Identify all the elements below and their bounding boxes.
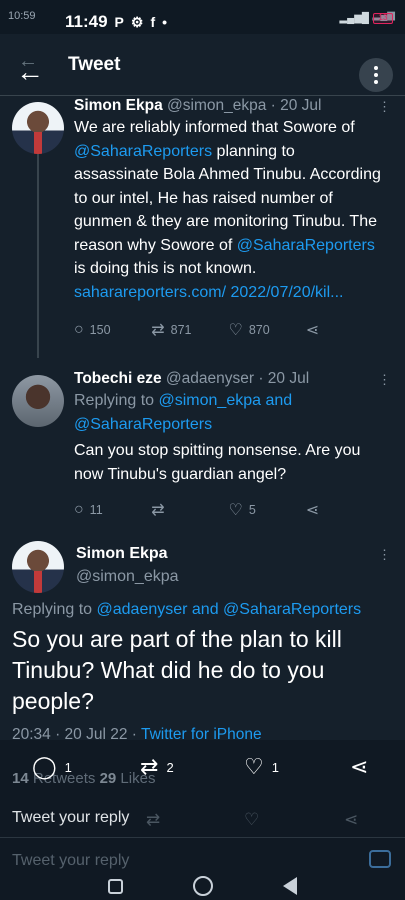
share-menu-button[interactable]: ⋖ [350, 754, 368, 780]
heart-icon: ♡ [228, 322, 243, 339]
reply-count: 150 [89, 323, 111, 337]
comment-count: 1 [64, 759, 72, 775]
mention-link[interactable]: @SaharaReporters [74, 143, 212, 160]
retweet-button[interactable]: ⇄ [151, 500, 228, 520]
reply-button[interactable]: ○ 11 [74, 501, 151, 519]
tweet-item[interactable]: Tobechi eze @adaenyser · 20 Jul ⋮ Replyi… [0, 361, 405, 528]
tweet-thread: Simon Ekpa @simon_ekpa · 20 Jul ⋮ We are… [0, 96, 405, 528]
dot-icon: • [162, 14, 168, 30]
share-icon: ⋖ [350, 754, 369, 779]
retweet-count: 871 [170, 323, 192, 337]
header: ← ← Tweet [0, 42, 405, 96]
like-button[interactable]: ♡ 5 [229, 500, 306, 520]
replying-prefix: Replying to [12, 601, 97, 618]
share-count: 2 [166, 759, 174, 775]
replying-prefix: Replying to [74, 392, 159, 409]
replying-to: Replying to @adaenyser and @SaharaReport… [12, 601, 361, 619]
share-icon: ⋖ [344, 810, 359, 829]
like-count: 870 [248, 323, 270, 337]
back-arrow-icon[interactable]: ← [16, 58, 44, 86]
bottom-overlay: 14 Retweets 29 Likes ◯ 1 ⇄ 2 ♡ 1 ⋖ Tweet yo… [0, 740, 405, 900]
author-name[interactable]: Tobechi eze [74, 370, 162, 387]
author-name[interactable]: Simon Ekpa [76, 545, 168, 563]
author-handle: @simon_ekpa [167, 97, 267, 114]
signal-icon: ▂▄▆█ [339, 13, 369, 24]
post-actions-bar: ◯ 1 ⇄ 2 ♡ 1 ⋖ [0, 754, 405, 784]
caret-down-icon[interactable]: ⋮ [378, 99, 391, 115]
author-handle: @adaenyser [165, 370, 255, 387]
url-link[interactable]: saharareporters.com/ 2022/07/20/kil... [74, 284, 343, 301]
back-icon[interactable] [283, 877, 297, 895]
reply-icon: ○ [74, 501, 84, 518]
avatar[interactable] [12, 375, 64, 427]
share-button[interactable]: ⋖ [306, 320, 383, 340]
divider [0, 837, 405, 838]
status-time: 11:49 [65, 12, 108, 31]
reply-icon: ○ [74, 321, 84, 338]
like-button[interactable]: ♡ 870 [229, 320, 306, 340]
share-button[interactable]: ⇄ 2 [140, 754, 174, 780]
status-right: ▂▄▆█ 13 [339, 13, 393, 24]
tweet-text: We are reliably informed that Sowore of … [74, 116, 383, 304]
replying-to: Replying to @simon_ekpa and @SaharaRepor… [74, 389, 383, 436]
recent-apps-icon[interactable] [108, 878, 123, 894]
like-count: 5 [248, 503, 256, 517]
tweet-actions: ○ 11 ⇄ ♡ 5 ⋖ [74, 500, 383, 520]
reply-input-ghost: Tweet your reply [12, 852, 130, 869]
replying-to-link[interactable]: @adaenyser and @SaharaReporters [97, 601, 362, 618]
p-app-icon: P [114, 14, 124, 30]
battery-icon: 13 [373, 13, 393, 24]
tweet-date: · 20 Jul [258, 370, 310, 387]
reply-count: 11 [89, 503, 103, 517]
status-bar: 11:49 P ⚙ f • [65, 12, 167, 32]
heart-icon: ♡ [244, 754, 264, 779]
heart-icon: ♡ [228, 502, 243, 519]
reply-button[interactable]: ○ 150 [74, 321, 151, 339]
reply-input[interactable]: Tweet your reply [12, 809, 129, 827]
share-button[interactable]: ⋖ [306, 500, 383, 520]
more-menu-icon[interactable] [359, 58, 393, 92]
share-icon: ⋖ [305, 322, 320, 339]
mention-link[interactable]: @SaharaReporters [237, 237, 375, 254]
share-icon: ⋖ [305, 502, 320, 519]
retweet-icon: ⇄ [151, 322, 165, 339]
retweet-button[interactable]: ⇄ 871 [151, 320, 228, 340]
like-button[interactable]: ♡ 1 [244, 754, 279, 780]
gear-icon: ⚙ [130, 13, 144, 30]
retweet-icon: ⇄ [146, 810, 161, 829]
avatar[interactable] [12, 102, 64, 154]
facebook-icon: f [150, 14, 156, 30]
author-handle: @simon_ekpa [76, 568, 179, 585]
comment-bubble-icon: ◯ [32, 754, 57, 779]
caret-down-icon[interactable]: ⋮ [378, 372, 391, 388]
camera-icon[interactable] [369, 850, 391, 868]
tweet-header: Tobechi eze @adaenyser · 20 Jul [74, 369, 383, 389]
tweet-text: Can you stop spitting nonsense. Are you … [74, 442, 361, 483]
tweet-item[interactable]: Simon Ekpa @simon_ekpa · 20 Jul ⋮ We are… [0, 96, 405, 361]
repost-icon: ⇄ [140, 754, 159, 779]
retweet-icon: ⇄ [151, 502, 165, 519]
text-segment: We are reliably informed that Sowore of [74, 119, 355, 136]
avatar[interactable] [12, 541, 64, 593]
android-nav-bar [0, 872, 405, 900]
comment-button[interactable]: ◯ 1 [32, 754, 72, 780]
author-name[interactable]: Simon Ekpa [74, 97, 163, 114]
like-count: 1 [271, 759, 279, 775]
text-segment: is doing this is not known. [74, 260, 257, 277]
ghost-time: 10:59 [8, 10, 36, 22]
heart-icon: ♡ [244, 810, 260, 829]
main-tweet-text: So you are part of the plan to kill Tinu… [12, 626, 342, 714]
page-title: Tweet [68, 54, 121, 75]
tweet-header: Simon Ekpa @simon_ekpa · 20 Jul [74, 96, 383, 116]
tweet-actions: ○ 150 ⇄ 871 ♡ 870 ⋖ [74, 320, 383, 340]
tweet-date: · 20 Jul [270, 97, 322, 114]
caret-down-icon[interactable]: ⋮ [378, 547, 391, 563]
home-icon[interactable] [193, 876, 213, 896]
